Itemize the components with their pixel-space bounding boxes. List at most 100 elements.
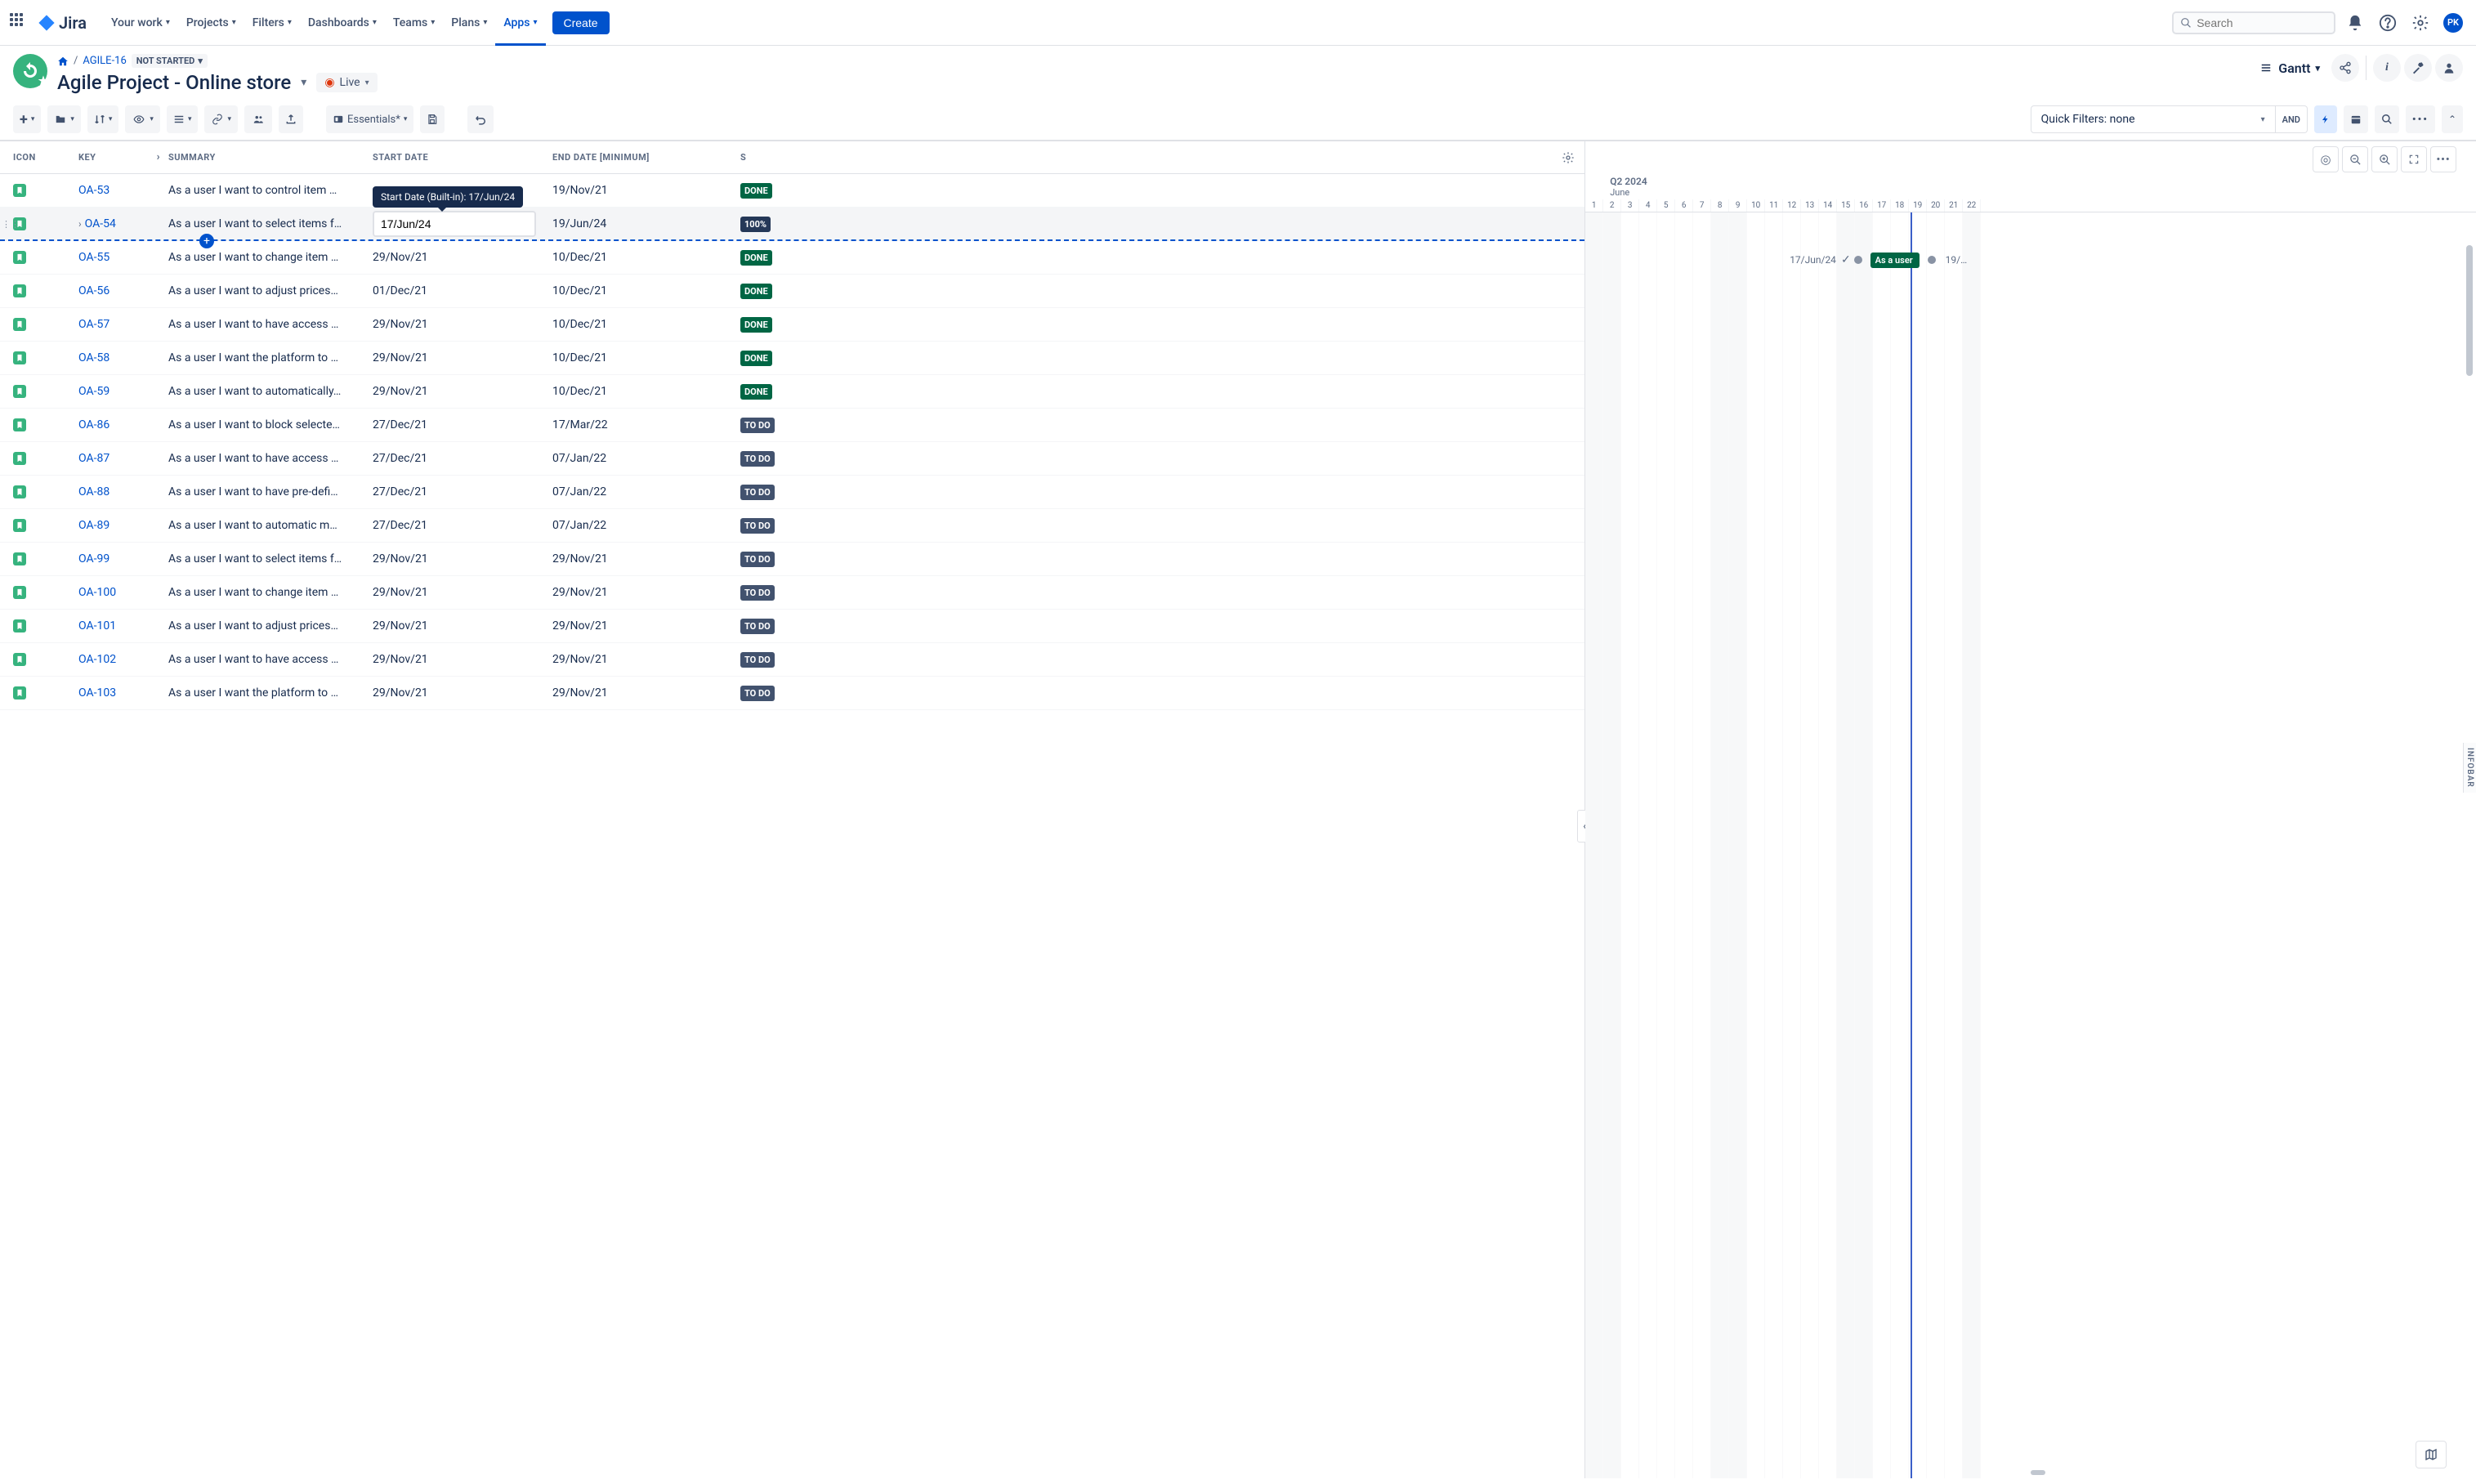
gantt-more-button[interactable]: ••• bbox=[2430, 146, 2456, 172]
end-date-cell[interactable]: 10/Dec/21 bbox=[552, 318, 740, 331]
zoom-in-button[interactable] bbox=[2371, 146, 2398, 172]
table-row[interactable]: ⋮⋮ OA-59 As a user I want to automatical… bbox=[0, 375, 1584, 409]
summary-cell[interactable]: As a user I want to have access … bbox=[168, 452, 338, 465]
milestone-dot-icon[interactable] bbox=[1928, 256, 1936, 264]
insert-row-button[interactable]: + bbox=[199, 234, 214, 248]
app-switcher-icon[interactable] bbox=[10, 13, 29, 33]
end-date-cell[interactable]: 29/Nov/21 bbox=[552, 586, 740, 599]
nav-item-projects[interactable]: Projects ▾ bbox=[178, 0, 244, 46]
issue-key-link[interactable]: OA-89 bbox=[78, 519, 109, 532]
issue-key-link[interactable]: OA-88 bbox=[78, 485, 109, 498]
create-button[interactable]: Create bbox=[552, 11, 610, 34]
status-badge[interactable]: DONE bbox=[740, 351, 772, 366]
end-date-cell[interactable]: 19/Nov/21 bbox=[552, 184, 740, 197]
start-date-cell[interactable]: 29/Nov/21 bbox=[373, 351, 552, 364]
col-header-key[interactable]: KEY› bbox=[78, 151, 168, 163]
user-button[interactable] bbox=[2435, 54, 2463, 82]
undo-button[interactable] bbox=[467, 105, 494, 133]
table-row[interactable]: ⋮⋮ OA-55 As a user I want to change item… bbox=[0, 241, 1584, 275]
end-date-cell[interactable]: 10/Dec/21 bbox=[552, 284, 740, 297]
end-date-cell[interactable]: 29/Nov/21 bbox=[552, 552, 740, 565]
end-date-cell[interactable]: 29/Nov/21 bbox=[552, 653, 740, 666]
issue-key-link[interactable]: OA-55 bbox=[78, 251, 109, 264]
visibility-button[interactable]: ▾ bbox=[125, 105, 160, 133]
table-row[interactable]: ⋮⋮ OA-58 As a user I want the platform t… bbox=[0, 342, 1584, 375]
nav-item-dashboards[interactable]: Dashboards ▾ bbox=[300, 0, 385, 46]
table-row[interactable]: ⋮⋮ OA-103 As a user I want the platform … bbox=[0, 677, 1584, 710]
col-header-start[interactable]: START DATE bbox=[373, 152, 552, 163]
sort-button[interactable]: ▾ bbox=[87, 105, 119, 133]
add-button[interactable]: +▾ bbox=[13, 105, 41, 133]
end-date-cell[interactable]: 07/Jan/22 bbox=[552, 452, 740, 465]
summary-cell[interactable]: As a user I want to change item … bbox=[168, 586, 338, 599]
gantt-body[interactable]: 17/Jun/24 ✓ As a user 19/… bbox=[1585, 212, 2476, 1478]
drag-handle-icon[interactable]: ⋮⋮ bbox=[2, 219, 20, 230]
table-row[interactable]: ⋮⋮ ›OA-54 As a user I want to select ite… bbox=[0, 208, 1584, 241]
issue-key-link[interactable]: OA-86 bbox=[78, 418, 109, 431]
nav-item-your-work[interactable]: Your work ▾ bbox=[103, 0, 178, 46]
end-date-cell[interactable]: 07/Jan/22 bbox=[552, 485, 740, 498]
summary-cell[interactable]: As a user I want to adjust prices… bbox=[168, 284, 338, 297]
end-date-cell[interactable]: 17/Mar/22 bbox=[552, 418, 740, 431]
status-badge[interactable]: TO DO bbox=[740, 585, 775, 601]
issue-key-link[interactable]: OA-103 bbox=[78, 686, 116, 700]
horizontal-scrollbar[interactable] bbox=[2031, 1470, 2045, 1475]
title-dropdown-icon[interactable]: ▾ bbox=[301, 76, 306, 89]
nav-item-filters[interactable]: Filters ▾ bbox=[244, 0, 300, 46]
fullscreen-button[interactable] bbox=[2401, 146, 2427, 172]
expand-caret-icon[interactable]: › bbox=[78, 218, 82, 230]
save-button[interactable] bbox=[420, 105, 445, 133]
status-badge[interactable]: TO DO bbox=[740, 652, 775, 668]
and-toggle[interactable]: AND bbox=[2276, 105, 2308, 133]
col-header-end[interactable]: END DATE [MINIMUM] bbox=[552, 152, 740, 163]
issue-key-link[interactable]: OA-58 bbox=[78, 351, 109, 364]
start-date-cell[interactable]: 01/Dec/21 bbox=[373, 284, 552, 297]
link-button[interactable]: ▾ bbox=[204, 105, 238, 133]
end-date-cell[interactable]: 19/Jun/24 bbox=[552, 217, 740, 230]
minimap-button[interactable] bbox=[2416, 1441, 2447, 1468]
nav-item-teams[interactable]: Teams ▾ bbox=[385, 0, 443, 46]
issue-key-link[interactable]: OA-54 bbox=[85, 217, 116, 230]
status-badge[interactable]: TO DO bbox=[740, 686, 775, 701]
status-badge[interactable]: TO DO bbox=[740, 619, 775, 634]
status-badge[interactable]: TO DO bbox=[740, 485, 775, 500]
jira-logo[interactable]: Jira bbox=[38, 13, 87, 33]
table-row[interactable]: ⋮⋮ OA-88 As a user I want to have pre-de… bbox=[0, 476, 1584, 509]
table-row[interactable]: ⋮⋮ OA-57 As a user I want to have access… bbox=[0, 308, 1584, 342]
help-icon[interactable] bbox=[2375, 10, 2401, 36]
summary-cell[interactable]: As a user I want to select items f… bbox=[168, 217, 342, 230]
start-date-cell[interactable]: 27/Dec/21 bbox=[373, 418, 552, 431]
vertical-scrollbar[interactable] bbox=[2466, 245, 2473, 376]
status-badge[interactable]: DONE bbox=[740, 183, 772, 199]
start-date-cell[interactable]: 29/Nov/21 bbox=[373, 619, 552, 632]
breadcrumb-key[interactable]: AGILE-16 bbox=[83, 55, 126, 67]
info-button[interactable]: i bbox=[2373, 54, 2401, 82]
start-date-cell[interactable]: 29/Nov/21 bbox=[373, 686, 552, 700]
start-date-cell[interactable]: 27/Dec/21 bbox=[373, 452, 552, 465]
status-badge[interactable]: 100% bbox=[740, 217, 771, 232]
end-date-cell[interactable]: 07/Jan/22 bbox=[552, 519, 740, 532]
summary-cell[interactable]: As a user I want to automatically… bbox=[168, 385, 341, 398]
start-date-input[interactable] bbox=[373, 211, 536, 237]
issue-key-link[interactable]: OA-57 bbox=[78, 318, 109, 331]
share-button[interactable] bbox=[2331, 54, 2359, 82]
col-header-summary[interactable]: SUMMARY bbox=[168, 152, 373, 163]
summary-cell[interactable]: As a user I want to have pre-defi… bbox=[168, 485, 338, 498]
column-settings-icon[interactable] bbox=[1558, 148, 1578, 170]
nav-item-plans[interactable]: Plans ▾ bbox=[443, 0, 495, 46]
end-date-cell[interactable]: 29/Nov/21 bbox=[552, 686, 740, 700]
status-badge[interactable]: DONE bbox=[740, 250, 772, 266]
table-row[interactable]: ⋮⋮ OA-56 As a user I want to adjust pric… bbox=[0, 275, 1584, 308]
home-icon[interactable] bbox=[57, 56, 69, 67]
calendar-button[interactable] bbox=[2344, 105, 2368, 133]
table-row[interactable]: ⋮⋮ OA-101 As a user I want to adjust pri… bbox=[0, 610, 1584, 643]
summary-cell[interactable]: As a user I want to have access … bbox=[168, 318, 338, 331]
start-date-cell[interactable]: 29/Nov/21 bbox=[373, 251, 552, 264]
config-button[interactable] bbox=[2404, 54, 2432, 82]
folder-button[interactable]: ▾ bbox=[47, 105, 81, 133]
status-badge[interactable]: DONE bbox=[740, 384, 772, 400]
search-input[interactable] bbox=[2172, 11, 2335, 34]
col-header-icon[interactable]: ICON bbox=[13, 152, 78, 163]
table-row[interactable]: ⋮⋮ OA-86 As a user I want to block selec… bbox=[0, 409, 1584, 442]
end-date-cell[interactable]: 29/Nov/21 bbox=[552, 619, 740, 632]
